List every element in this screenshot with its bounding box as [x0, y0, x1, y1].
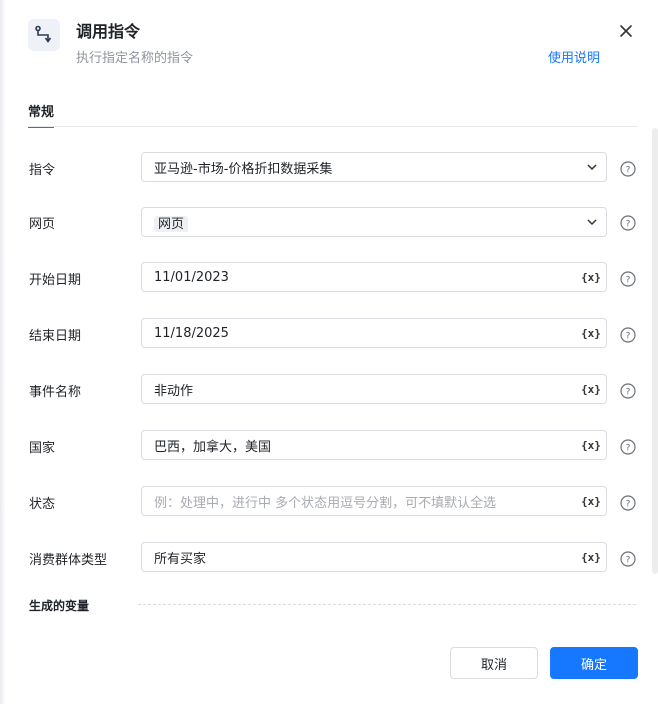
tab-divider	[28, 126, 638, 127]
consumer-group-value: 所有买家	[154, 551, 207, 567]
help-circle-icon[interactable]: ?	[620, 495, 636, 511]
svg-text:?: ?	[626, 332, 631, 342]
help-circle-icon[interactable]: ?	[620, 383, 636, 399]
svg-text:?: ?	[626, 556, 631, 566]
help-circle-icon[interactable]: ?	[620, 161, 636, 177]
cancel-button[interactable]: 取消	[450, 647, 538, 679]
section-divider	[138, 604, 636, 605]
help-link[interactable]: 使用说明	[548, 47, 600, 66]
variable-icon[interactable]: {x}	[578, 327, 604, 340]
svg-text:?: ?	[626, 500, 631, 510]
svg-text:?: ?	[626, 444, 631, 454]
event-name-value: 非动作	[154, 383, 194, 399]
event-name-input[interactable]: 非动作 {x}	[141, 374, 607, 404]
webpage-tag: 网页	[154, 215, 189, 232]
help-circle-icon[interactable]: ?	[620, 215, 636, 231]
status-placeholder: 例：处理中，进行中 多个状态用逗号分割，可不填默认全选	[154, 495, 497, 511]
close-icon[interactable]	[616, 21, 636, 41]
end-date-value: 11/18/2025	[154, 325, 229, 341]
status-input[interactable]: 例：处理中，进行中 多个状态用逗号分割，可不填默认全选 {x}	[141, 486, 607, 516]
tab-general[interactable]: 常规	[28, 101, 55, 128]
country-label: 国家	[29, 441, 56, 456]
end-date-input[interactable]: 11/18/2025 {x}	[141, 318, 607, 348]
help-circle-icon[interactable]: ?	[620, 551, 636, 567]
dialog-title: 调用指令	[76, 22, 141, 41]
svg-text:?: ?	[626, 220, 631, 230]
help-circle-icon[interactable]: ?	[620, 439, 636, 455]
confirm-button[interactable]: 确定	[550, 647, 638, 679]
dialog-subtitle: 执行指定名称的指令	[76, 51, 194, 66]
chevron-down-icon[interactable]	[578, 161, 606, 173]
webpage-label: 网页	[29, 217, 56, 232]
variable-icon[interactable]: {x}	[578, 551, 604, 564]
chevron-down-icon[interactable]	[578, 216, 606, 228]
help-circle-icon[interactable]: ?	[620, 271, 636, 287]
command-select[interactable]: 亚马逊-市场-价格折扣数据采集	[141, 152, 607, 182]
consumer-group-input[interactable]: 所有买家 {x}	[141, 542, 607, 572]
help-circle-icon[interactable]: ?	[620, 327, 636, 343]
variable-icon[interactable]: {x}	[578, 383, 604, 396]
svg-text:?: ?	[626, 166, 631, 176]
command-route-icon	[28, 19, 60, 51]
start-date-value: 11/01/2023	[154, 269, 229, 285]
svg-text:?: ?	[626, 276, 631, 286]
country-input[interactable]: 巴西，加拿大，美国 {x}	[141, 430, 607, 460]
command-value: 亚马逊-市场-价格折扣数据采集	[154, 161, 333, 177]
start-date-label: 开始日期	[29, 273, 82, 288]
svg-text:?: ?	[626, 388, 631, 398]
consumer-group-label: 消费群体类型	[29, 553, 108, 568]
event-name-label: 事件名称	[29, 385, 82, 400]
variable-icon[interactable]: {x}	[578, 495, 604, 508]
left-edge-shadow	[0, 0, 6, 704]
variable-icon[interactable]: {x}	[578, 271, 604, 284]
status-label: 状态	[29, 497, 56, 512]
country-value: 巴西，加拿大，美国	[154, 439, 272, 455]
generated-variables-label: 生成的变量	[29, 599, 90, 613]
command-label: 指令	[29, 163, 56, 178]
scrollbar[interactable]	[652, 128, 658, 574]
start-date-input[interactable]: 11/01/2023 {x}	[141, 262, 607, 292]
webpage-select[interactable]: 网页	[141, 207, 607, 237]
variable-icon[interactable]: {x}	[578, 439, 604, 452]
end-date-label: 结束日期	[29, 329, 82, 344]
